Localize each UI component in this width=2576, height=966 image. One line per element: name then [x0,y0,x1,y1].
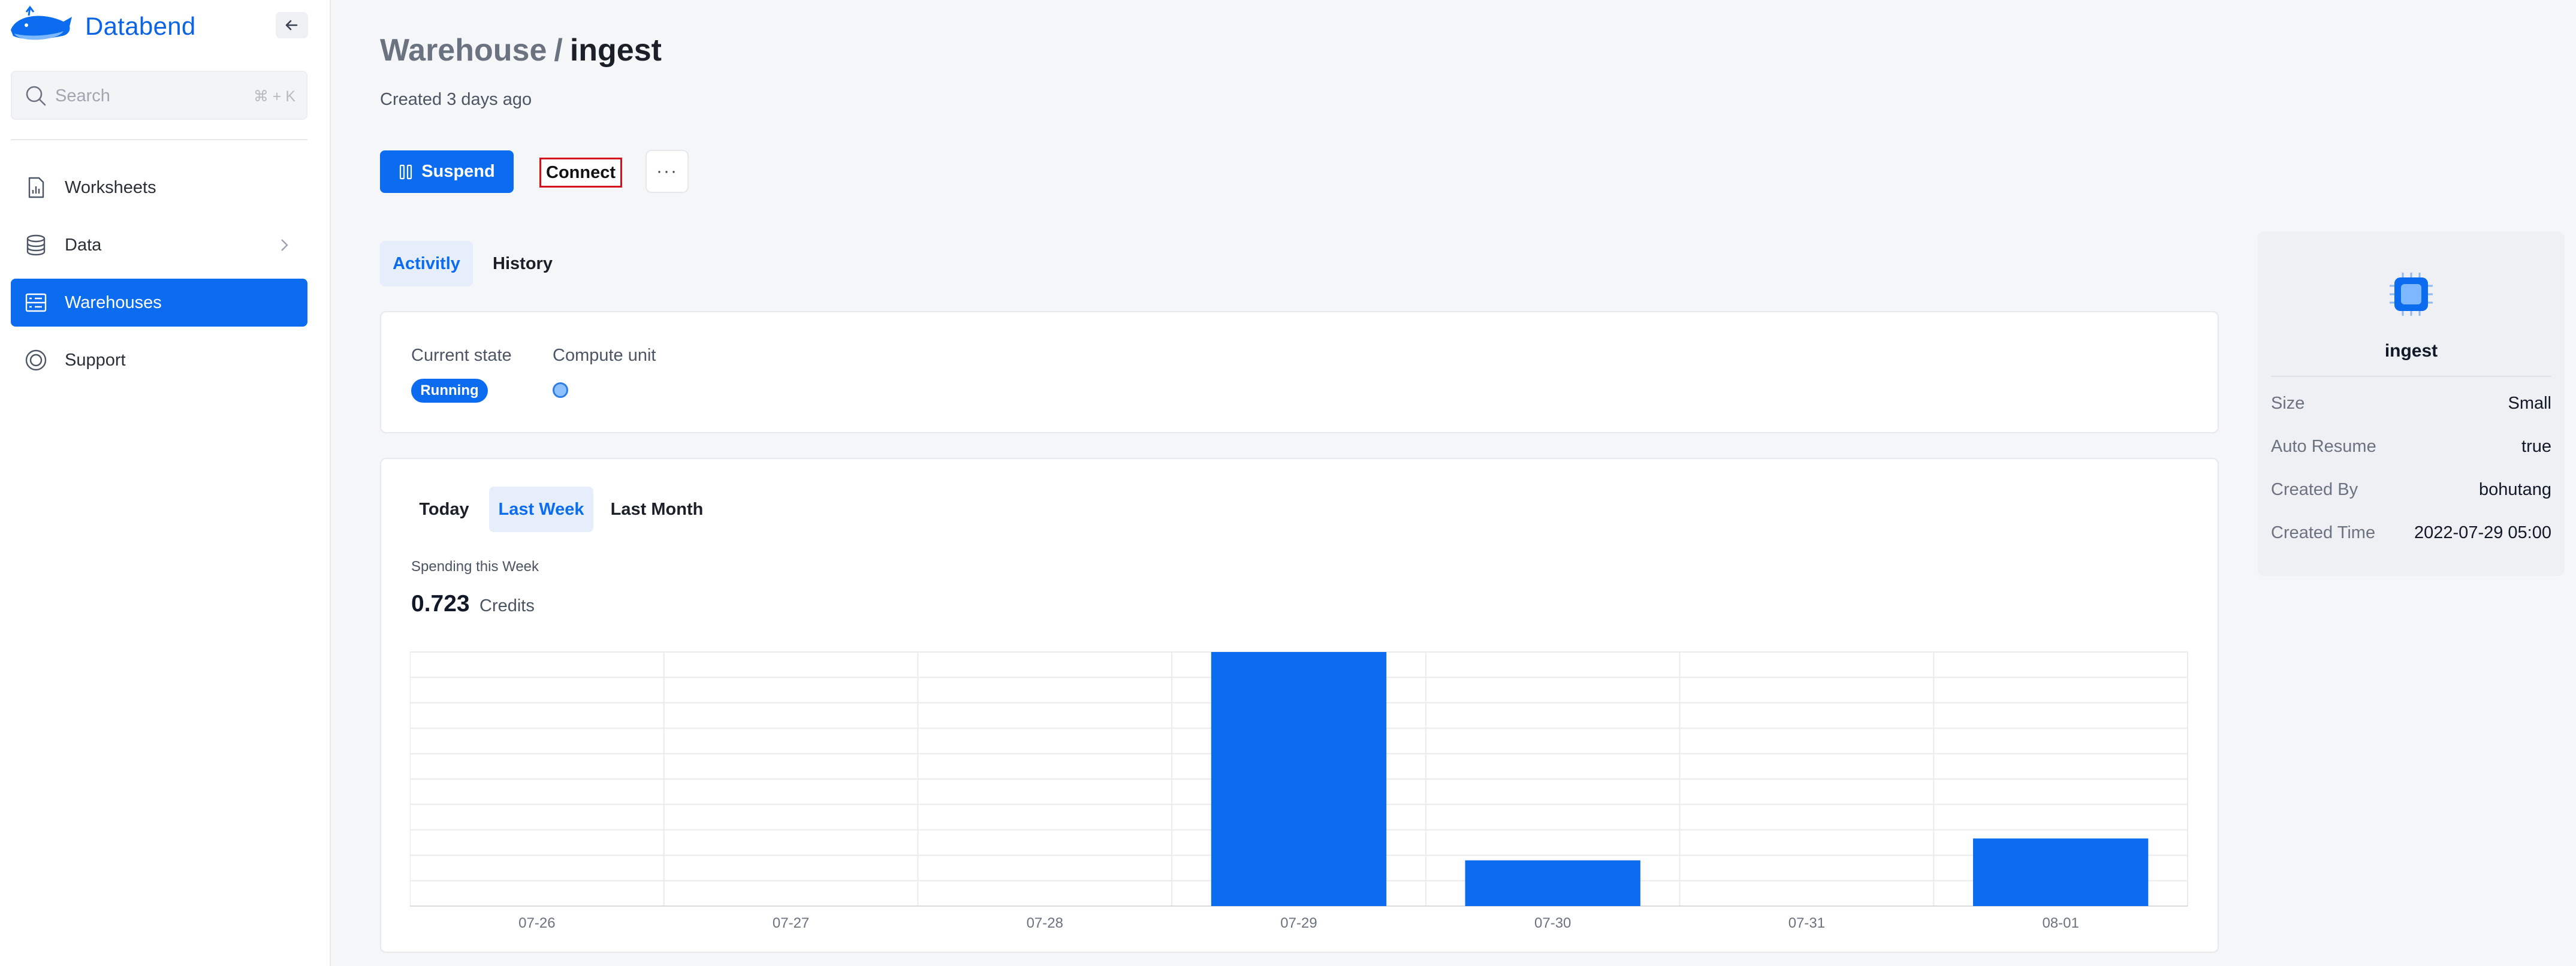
x-tick-label: 07-28 [1027,915,1063,931]
collapse-sidebar-button[interactable] [276,12,308,38]
detail-key: Size [2271,394,2305,413]
x-tick-label: 07-30 [1534,915,1571,931]
bar-07-29 [1211,652,1387,906]
x-tick-label: 07-26 [518,915,555,931]
warehouse-title: ingest [569,33,662,68]
spending-unit: Credits [479,596,535,615]
sidebar-item-support[interactable]: Support [11,336,307,384]
bar-07-30 [1465,860,1640,906]
x-tick-label: 07-27 [773,915,809,931]
detail-value: Small [2508,394,2551,413]
details-divider [2271,376,2551,377]
x-tick-label: 07-29 [1280,915,1317,931]
state-card: Current state Compute unit Running [380,311,2219,433]
spending-value: 0.723 [411,591,470,617]
worksheet-icon [28,177,44,198]
compute-unit-indicator [553,382,568,398]
chevron-right-icon [281,239,288,251]
usage-card: Today Last Week Last Month Spending this… [380,458,2219,953]
suspend-label: Suspend [421,162,495,181]
sidebar-divider [11,139,307,140]
range-last-month[interactable]: Last Month [603,487,711,532]
cpu-chip-icon [2390,273,2433,316]
bar-08-01 [1972,838,2149,906]
detail-value: true [2521,437,2551,456]
search-placeholder: Search [55,86,110,105]
databend-logo[interactable] [8,4,74,47]
sidebar-item-label: Data [65,236,102,255]
detail-row-created-by: Created By bohutang [2271,480,2551,504]
connect-button[interactable]: Connect [539,158,622,188]
suspend-button[interactable]: Suspend [380,150,514,193]
pause-icon [399,164,413,180]
sidebar-item-label: Worksheets [65,178,156,197]
range-today[interactable]: Today [410,487,478,532]
created-info: Created 3 days ago [380,90,532,109]
detail-key: Auto Resume [2271,437,2376,456]
search-icon [26,86,46,106]
search-input[interactable]: Search ⌘ + K [11,71,307,120]
range-last-week[interactable]: Last Week [489,487,593,532]
detail-key: Created By [2271,480,2358,499]
more-actions-button[interactable]: ··· [645,150,689,193]
detail-row-auto-resume: Auto Resume true [2271,437,2551,461]
tab-history[interactable]: History [481,241,565,286]
x-tick-label: 08-01 [2042,915,2079,931]
compute-unit-label: Compute unit [553,346,656,365]
detail-row-created-time: Created Time 2022-07-29 05:00 [2271,523,2551,547]
sidebar-item-data[interactable]: Data [11,221,307,269]
brand-name: Databend [85,12,196,40]
warehouse-details-panel: ingest Size Small Auto Resume true Creat… [2258,232,2565,576]
arrow-left-icon [285,20,298,31]
breadcrumb-warehouse[interactable]: Warehouse [380,33,547,68]
current-state-label: Current state [411,346,512,365]
detail-row-size: Size Small [2271,394,2551,418]
database-icon [26,234,46,256]
detail-key: Created Time [2271,523,2376,542]
x-tick-label: 07-31 [1788,915,1825,931]
spending-label: Spending this Week [411,559,539,575]
sidebar-item-warehouses[interactable]: Warehouses [11,279,307,327]
usage-bar-chart: 07-26 07-27 07-28 07-29 07-30 07-31 08-01 [410,651,2188,931]
warehouse-name: ingest [2384,341,2438,361]
detail-value: 2022-07-29 05:00 [2414,523,2551,542]
status-badge: Running [411,379,488,403]
sidebar-item-label: Support [65,351,126,370]
breadcrumb-separator: / [554,33,563,68]
detail-value: bohutang [2479,480,2551,499]
tab-activity[interactable]: Activitly [380,241,473,286]
sidebar-item-label: Warehouses [65,293,162,312]
sidebar: Databend Search ⌘ + K Worksheets Data Wa… [0,0,331,966]
warehouse-icon [25,293,47,312]
search-shortcut-hint: ⌘ + K [253,88,295,105]
sidebar-item-worksheets[interactable]: Worksheets [11,164,307,212]
page-title: Warehouse / ingest [380,32,662,68]
support-icon [25,349,47,371]
